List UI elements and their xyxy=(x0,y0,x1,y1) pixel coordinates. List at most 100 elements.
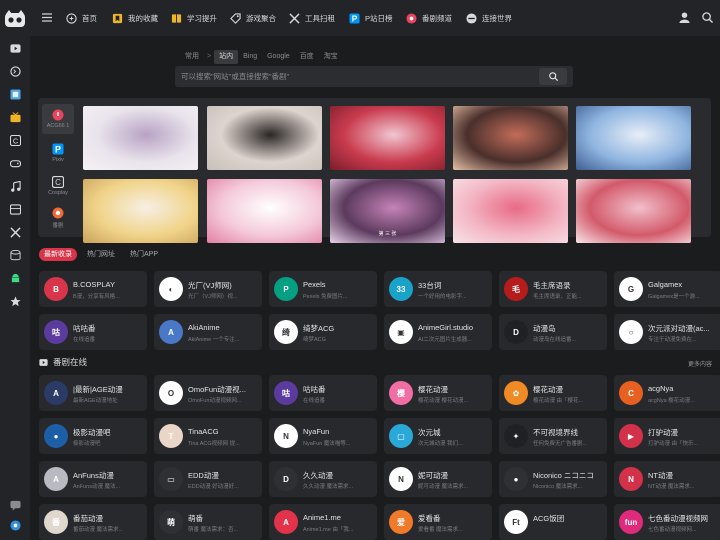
video-icon[interactable] xyxy=(10,43,21,54)
site-card[interactable]: 咕咕咕番 在线追番 xyxy=(269,375,377,411)
site-card[interactable]: ▶ 打驴动漫 打驴动漫 由「快乐... xyxy=(614,418,720,454)
storage-icon[interactable] xyxy=(10,204,21,215)
gallery-thumb[interactable] xyxy=(207,106,322,170)
nav-anime[interactable]: 番剧频道 xyxy=(406,11,452,25)
database-icon[interactable] xyxy=(10,250,21,261)
site-card[interactable]: ◐ 光厂(VJ师网) 光厂（VJ师网）视... xyxy=(154,271,262,307)
site-card[interactable]: N NT动漫 NT动漫 魔法需求... xyxy=(614,461,720,497)
nav-pixiv[interactable]: P P站日榜 xyxy=(349,11,393,25)
site-card[interactable]: P Pexels Pexels 免费图片... xyxy=(269,271,377,307)
gallery-thumb[interactable] xyxy=(83,106,198,170)
star-icon[interactable] xyxy=(10,296,21,307)
site-title: NyaFun xyxy=(303,427,330,436)
site-card[interactable]: N NyaFun NyaFun 魔法喵等... xyxy=(269,418,377,454)
bilibili-icon[interactable] xyxy=(10,66,21,77)
site-card[interactable]: CacgNya acgNya 樱花动漫... xyxy=(614,375,720,411)
site-card[interactable]: A AkiAnime AkiAnime 一个专注... xyxy=(154,314,262,350)
search-icon[interactable] xyxy=(702,12,713,23)
site-card[interactable]: A Anime1.me Anime1.me 由「我... xyxy=(269,504,377,540)
tab-hot-apps[interactable]: 热门APP xyxy=(125,248,163,261)
music-icon[interactable] xyxy=(10,181,21,192)
nav-favorites[interactable]: 我的收藏 xyxy=(112,11,158,25)
chat-icon[interactable] xyxy=(10,500,21,511)
nav-home[interactable]: 首页 xyxy=(66,11,97,25)
site-desc: NT动漫 魔法需求... xyxy=(648,484,695,490)
nav-tools[interactable]: 工具扫租 xyxy=(289,11,335,25)
gallery-source-pixiv[interactable]: P Pixiv xyxy=(42,138,74,168)
tools-icon[interactable] xyxy=(10,227,21,238)
site-card[interactable]: ○ 次元派对动漫(ac... 专注于动漫免费在... xyxy=(614,314,720,350)
tv-icon[interactable] xyxy=(10,112,21,123)
site-card[interactable]: ✦ 不可视境界线 任何免费无广告番剧... xyxy=(499,418,607,454)
settings-icon[interactable] xyxy=(10,520,21,531)
site-card[interactable]: Ft ACG饭团 xyxy=(499,504,607,540)
gallery-thumb[interactable] xyxy=(576,106,691,170)
gallery-source-acg[interactable]: ACG66 1 xyxy=(42,104,74,134)
gallery-thumb[interactable]: 第 三 张 xyxy=(330,179,445,243)
site-icon: A xyxy=(274,510,298,534)
nav-world[interactable]: 连接世界 xyxy=(466,11,512,25)
site-icon: N xyxy=(274,424,298,448)
copyright-icon[interactable]: C xyxy=(10,135,21,146)
more-link[interactable]: 更多内容 xyxy=(688,359,712,368)
gallery-source-anime[interactable]: 番剧 xyxy=(42,203,74,233)
gallery-thumb[interactable] xyxy=(207,179,322,243)
site-card[interactable]: 爱爱看番 爱看番 魔法需求... xyxy=(384,504,492,540)
site-icon: ● xyxy=(504,467,528,491)
gallery-thumb[interactable] xyxy=(453,106,568,170)
search-tab-bing[interactable]: Bing xyxy=(238,50,262,64)
site-card[interactable]: 樱樱花动漫 樱花动漫 樱花动漫... xyxy=(384,375,492,411)
site-card[interactable]: D 动漫岛 动漫岛在线追番... xyxy=(499,314,607,350)
gallery-thumb[interactable] xyxy=(330,106,445,170)
nav-games[interactable]: 游戏聚合 xyxy=(230,11,276,25)
site-title: ACG饭团 xyxy=(533,514,565,523)
category-tabs: 最新收录 热门网址 热门APP xyxy=(39,248,163,261)
search-tab-site[interactable]: 站内 xyxy=(214,50,239,64)
site-logo[interactable] xyxy=(4,9,26,29)
site-icon: ✦ xyxy=(504,424,528,448)
search-tab-taobao[interactable]: 淘宝 xyxy=(319,50,343,64)
site-card[interactable]: 33 33台词 一个好用的电影字... xyxy=(384,271,492,307)
site-card[interactable]: N 妮可动漫 妮可动漫 魔法需求... xyxy=(384,461,492,497)
site-card[interactable]: D 久久动漫 久久动漫 魔法需求... xyxy=(269,461,377,497)
site-card[interactable]: ▭ EDD动漫 EDD动漫 好动漫好... xyxy=(154,461,262,497)
gallery-source-cosplay[interactable]: C Cosplay xyxy=(42,171,74,201)
search-tab-common[interactable]: 常用 xyxy=(180,50,204,64)
nav-study[interactable]: 学习提升 xyxy=(171,11,217,25)
site-card[interactable]: ✿ 樱花动漫 樱花动漫 由「樱花... xyxy=(499,375,607,411)
site-card[interactable]: 咕咕咕番 在线追番 xyxy=(39,314,147,350)
tab-hot-sites[interactable]: 热门网址 xyxy=(82,248,120,261)
site-card[interactable]: 绮绮梦ACG 绮梦ACG xyxy=(269,314,377,350)
tab-latest[interactable]: 最新收录 xyxy=(39,248,77,261)
menu-icon[interactable] xyxy=(42,13,52,22)
site-desc: 妮可动漫 魔法需求... xyxy=(418,484,469,490)
user-icon[interactable] xyxy=(679,12,690,23)
site-card[interactable]: ▢ 次元城 次元城动漫 我们... xyxy=(384,418,492,454)
site-card[interactable]: ● 极影动漫吧 极影动漫吧 xyxy=(39,418,147,454)
site-card[interactable]: B B.COSPLAY B漫，分享有风格... xyxy=(39,271,147,307)
site-title: 咕咕番 xyxy=(73,324,96,333)
android-icon[interactable] xyxy=(10,273,21,284)
site-card[interactable]: ● Niconico ニコニコ Niconico 魔法需求... xyxy=(499,461,607,497)
search-button[interactable] xyxy=(539,68,567,85)
gamepad-icon[interactable] xyxy=(10,158,21,169)
site-desc: EDD动漫 好动漫好... xyxy=(188,484,239,490)
site-card[interactable]: A |最新|AGE动漫 最新AGE动漫地址 xyxy=(39,375,147,411)
image-icon[interactable] xyxy=(10,89,21,100)
site-card[interactable]: O OmoFun动漫视... OmoFun动漫视频网... xyxy=(154,375,262,411)
site-title: 妮可动漫 xyxy=(418,471,448,480)
search-input[interactable] xyxy=(181,69,541,84)
search-tab-google[interactable]: Google xyxy=(262,50,295,64)
gallery-thumb[interactable] xyxy=(453,179,568,243)
site-card[interactable]: T TinaACG Tina ACG视频网 提... xyxy=(154,418,262,454)
gallery-thumb[interactable] xyxy=(83,179,198,243)
site-card[interactable]: G Galgamex Galgamex是一个游... xyxy=(614,271,720,307)
gallery-thumb[interactable] xyxy=(576,179,691,243)
site-card[interactable]: 番番茄动漫 番茄动漫 魔法需求... xyxy=(39,504,147,540)
site-card[interactable]: 萌萌番 萌番 魔法需求：否... xyxy=(154,504,262,540)
site-card[interactable]: A AnFuns动漫 AnFuns动漫 魔法... xyxy=(39,461,147,497)
site-card[interactable]: 毛毛主席语录 毛主席语录，正能... xyxy=(499,271,607,307)
site-card[interactable]: ▣ AnimeGirl.studio AI二次元图片生成器... xyxy=(384,314,492,350)
search-tab-baidu[interactable]: 百度 xyxy=(295,50,319,64)
site-card[interactable]: fun 七色番动漫视频网 七色番动漫视频网... xyxy=(614,504,720,540)
